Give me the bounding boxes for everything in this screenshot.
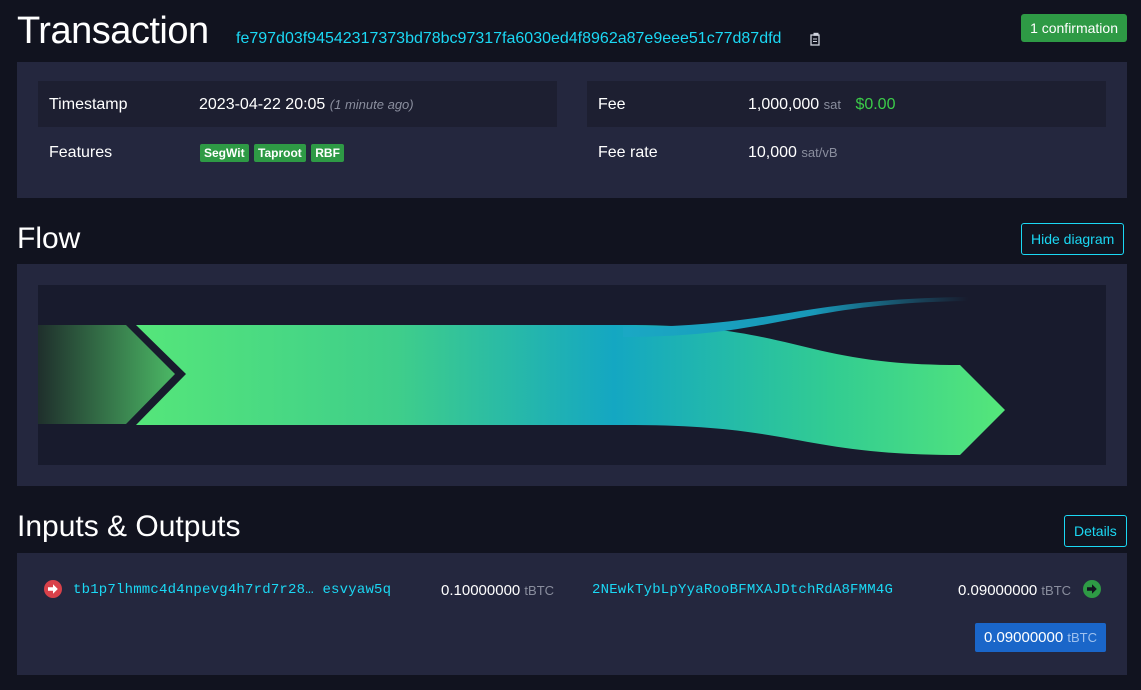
input-amount: 0.10000000 tBTC bbox=[441, 582, 554, 599]
copy-icon[interactable] bbox=[810, 32, 822, 46]
input-arrow-icon[interactable] bbox=[44, 580, 62, 598]
transaction-header: Transaction fe797d03f94542317373bd78bc97… bbox=[17, 8, 1127, 56]
fee-rate-value: 10,000 sat/vB bbox=[748, 144, 838, 162]
output-amount-unit: tBTC bbox=[1041, 583, 1072, 598]
flow-diagram-svg bbox=[38, 297, 1005, 455]
fee-label: Fee bbox=[598, 96, 626, 113]
output-amount: 0.09000000 tBTC bbox=[958, 582, 1071, 599]
flow-diagram bbox=[38, 285, 1106, 465]
inputs-outputs-title: Inputs & Outputs bbox=[17, 510, 241, 543]
total-amount: 0.09000000 bbox=[983, 629, 1064, 646]
page-title: Transaction bbox=[17, 10, 209, 52]
flow-title: Flow bbox=[17, 222, 81, 255]
fee-amount: 1,000,000 bbox=[748, 96, 820, 113]
transaction-details: Timestamp 2023-04-22 20:05 (1 minute ago… bbox=[17, 62, 1127, 198]
hide-diagram-button[interactable]: Hide diagram bbox=[1021, 223, 1125, 255]
fee-row: Fee 1,000,000 sat $0.00 bbox=[587, 81, 1106, 127]
inputs-outputs-panel: tb1p7lhmmc4d4npevg4h7rd7r28… esvyaw5q 0.… bbox=[17, 553, 1127, 675]
input-amount-value: 0.10000000 bbox=[441, 582, 521, 599]
output-arrow-icon[interactable] bbox=[1083, 580, 1101, 598]
fee-rate-label: Fee rate bbox=[598, 144, 658, 161]
timestamp-label: Timestamp bbox=[49, 96, 128, 113]
fee-rate-unit: sat/vB bbox=[801, 145, 838, 160]
features-list: SegWit Taproot RBF bbox=[200, 144, 345, 162]
timestamp-row: Timestamp 2023-04-22 20:05 (1 minute ago… bbox=[38, 81, 557, 127]
features-label: Features bbox=[49, 144, 113, 161]
feature-badge-taproot[interactable]: Taproot bbox=[254, 144, 306, 162]
main-flow[interactable] bbox=[136, 325, 1005, 455]
fee-value: 1,000,000 sat $0.00 bbox=[748, 96, 895, 114]
input-address[interactable]: tb1p7lhmmc4d4npevg4h7rd7r28… esvyaw5q bbox=[73, 582, 391, 598]
txid-link[interactable]: fe797d03f94542317373bd78bc97317fa6030ed4… bbox=[236, 30, 781, 48]
output-address[interactable]: 2NEwkTybLpYyaRooBFMXAJDtchRdA8FMM4G bbox=[592, 582, 893, 598]
feature-badge-segwit[interactable]: SegWit bbox=[200, 144, 249, 162]
fee-fiat: $0.00 bbox=[855, 96, 896, 113]
features-row: Features SegWit Taproot RBF bbox=[38, 129, 557, 175]
timestamp-value: 2023-04-22 20:05 (1 minute ago) bbox=[199, 96, 414, 114]
fee-rate-row: Fee rate 10,000 sat/vB bbox=[587, 129, 1106, 175]
fee-rate-amount: 10,000 bbox=[748, 144, 797, 161]
fee-unit: sat bbox=[823, 97, 841, 112]
total-unit: tBTC bbox=[1067, 630, 1097, 645]
input-amount-unit: tBTC bbox=[524, 583, 555, 598]
confirmation-badge: 1 confirmation bbox=[1021, 14, 1127, 42]
output-amount-value: 0.09000000 bbox=[958, 582, 1038, 599]
details-button[interactable]: Details bbox=[1064, 515, 1127, 547]
timestamp-relative: (1 minute ago) bbox=[329, 97, 414, 112]
total-output-badge: 0.09000000 tBTC bbox=[974, 623, 1106, 652]
flow-panel bbox=[17, 264, 1127, 486]
timestamp-date: 2023-04-22 20:05 bbox=[199, 96, 326, 113]
feature-badge-rbf[interactable]: RBF bbox=[311, 144, 344, 162]
fee-flow[interactable] bbox=[623, 297, 968, 337]
